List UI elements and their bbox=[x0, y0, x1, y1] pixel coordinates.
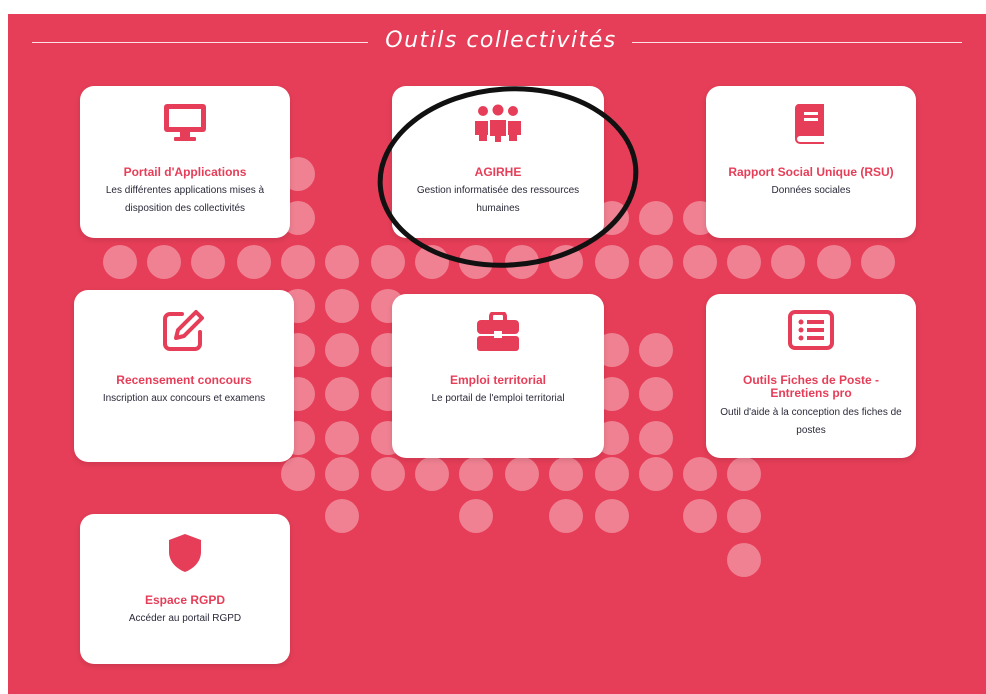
card-title: Portail d'Applications bbox=[123, 165, 247, 179]
card-description: Gestion informatisée des ressources huma… bbox=[416, 185, 580, 214]
decorative-dot bbox=[325, 377, 359, 411]
card-agirhe[interactable]: AGIRHE Gestion informatisée des ressourc… bbox=[392, 86, 604, 238]
decorative-dot bbox=[237, 245, 271, 279]
decorative-dot bbox=[595, 457, 629, 491]
decorative-dot bbox=[281, 245, 315, 279]
edit-icon bbox=[74, 308, 294, 352]
decorative-dot bbox=[549, 245, 583, 279]
card-title: Espace RGPD bbox=[144, 593, 226, 607]
decorative-dot bbox=[459, 499, 493, 533]
decorative-dot bbox=[639, 421, 673, 455]
decorative-dot bbox=[817, 245, 851, 279]
list-icon bbox=[706, 310, 916, 350]
header-line-left bbox=[32, 42, 368, 43]
decorative-dot bbox=[415, 457, 449, 491]
card-fiches-de-poste[interactable]: Outils Fiches de Poste - Entretiens pro … bbox=[706, 294, 916, 458]
card-recensement-concours[interactable]: Recensement concours Inscription aux con… bbox=[74, 290, 294, 462]
decorative-dot bbox=[281, 457, 315, 491]
card-title: Recensement concours bbox=[116, 373, 252, 387]
section-title: Outils collectivités bbox=[385, 28, 617, 53]
decorative-dot bbox=[325, 499, 359, 533]
decorative-dot bbox=[727, 543, 761, 577]
decorative-dot bbox=[727, 457, 761, 491]
card-description: Outil d'aide à la conception des fiches … bbox=[720, 407, 902, 436]
decorative-dot bbox=[505, 457, 539, 491]
decorative-dot bbox=[325, 289, 359, 323]
decorative-dot bbox=[191, 245, 225, 279]
card-description: Les différentes applications mises à dis… bbox=[105, 185, 265, 214]
decorative-dot bbox=[727, 245, 761, 279]
card-description: Accéder au portail RGPD bbox=[128, 613, 242, 624]
shield-icon bbox=[80, 532, 290, 574]
decorative-dot bbox=[371, 457, 405, 491]
decorative-dot bbox=[595, 499, 629, 533]
card-title: AGIRHE bbox=[474, 165, 522, 179]
decorative-dot bbox=[639, 457, 673, 491]
card-description: Données sociales bbox=[771, 185, 851, 196]
decorative-dot bbox=[147, 245, 181, 279]
decorative-dot bbox=[325, 457, 359, 491]
decorative-dot bbox=[325, 245, 359, 279]
decorative-dot bbox=[861, 245, 895, 279]
decorative-dot bbox=[549, 499, 583, 533]
decorative-dot bbox=[727, 499, 761, 533]
decorative-dot bbox=[459, 457, 493, 491]
decorative-dot bbox=[325, 333, 359, 367]
people-group-icon bbox=[392, 104, 604, 144]
decorative-dot bbox=[639, 333, 673, 367]
card-description: Inscription aux concours et examens bbox=[102, 393, 266, 404]
decorative-dot bbox=[683, 457, 717, 491]
card-title: Rapport Social Unique (RSU) bbox=[728, 165, 894, 179]
decorative-dot bbox=[639, 245, 673, 279]
decorative-dot bbox=[103, 245, 137, 279]
card-title: Emploi territorial bbox=[449, 373, 547, 387]
decorative-dot bbox=[325, 421, 359, 455]
decorative-dot bbox=[639, 377, 673, 411]
tools-section: Outils collectivités Portail d'Applicati… bbox=[8, 14, 986, 694]
card-portail-applications[interactable]: Portail d'Applications Les différentes a… bbox=[80, 86, 290, 238]
decorative-dot bbox=[549, 457, 583, 491]
decorative-dot bbox=[771, 245, 805, 279]
decorative-dot bbox=[683, 499, 717, 533]
decorative-dot bbox=[505, 245, 539, 279]
decorative-dot bbox=[595, 245, 629, 279]
decorative-dot bbox=[459, 245, 493, 279]
card-emploi-territorial[interactable]: Emploi territorial Le portail de l'emplo… bbox=[392, 294, 604, 458]
decorative-dot bbox=[639, 201, 673, 235]
card-rapport-social-unique[interactable]: Rapport Social Unique (RSU) Données soci… bbox=[706, 86, 916, 238]
card-espace-rgpd[interactable]: Espace RGPD Accéder au portail RGPD bbox=[80, 514, 290, 664]
book-icon bbox=[706, 102, 916, 144]
card-description: Le portail de l'emploi territorial bbox=[431, 393, 565, 404]
decorative-dot bbox=[371, 245, 405, 279]
decorative-dot bbox=[683, 245, 717, 279]
decorative-dot bbox=[415, 245, 449, 279]
card-title: Outils Fiches de Poste - Entretiens pro bbox=[742, 373, 880, 400]
briefcase-icon bbox=[392, 312, 604, 352]
header-line-right bbox=[632, 42, 962, 43]
monitor-icon bbox=[80, 102, 290, 144]
